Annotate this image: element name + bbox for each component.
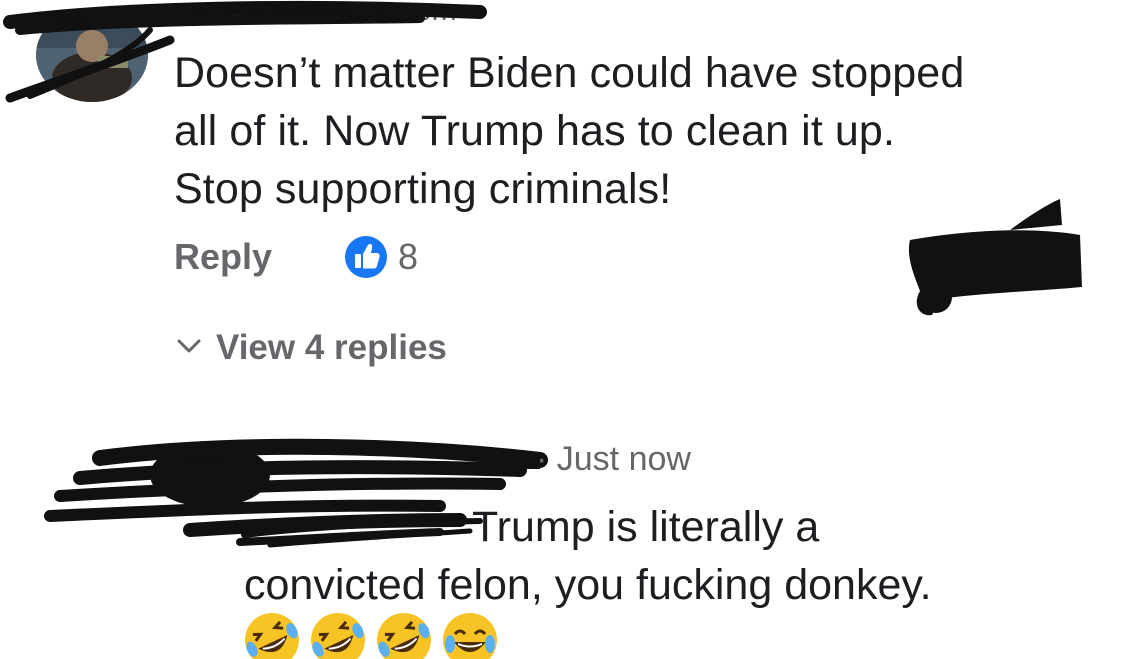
chevron-down-icon <box>176 337 202 360</box>
rolling-laughing-emoji-icon <box>245 613 299 659</box>
reply-line-1: Trump is literally a <box>244 498 1104 556</box>
rolling-laughing-emoji-icon <box>311 613 365 659</box>
view-replies-button[interactable]: View 4 replies <box>176 328 447 368</box>
commenter-avatar[interactable] <box>36 8 148 102</box>
reaction-summary[interactable]: 8 <box>344 235 418 279</box>
comment-line: Stop supporting criminals! <box>174 165 672 213</box>
avatar-photo <box>36 8 148 102</box>
rolling-laughing-emoji-icon <box>377 613 431 659</box>
reply-line-2: convicted felon, you fucking donkey. <box>244 561 932 609</box>
comment-thread: com Doesn’t matter Biden could have stop… <box>0 0 1125 659</box>
thumbs-up-icon <box>344 235 388 279</box>
reply-line-1-text: Trump is literally a <box>472 503 820 551</box>
author-name-partial: com <box>400 0 457 27</box>
reply-timestamp: · Just now <box>536 440 691 478</box>
comment-line: all of it. Now Trump has to clean it up. <box>174 107 895 155</box>
like-count: 8 <box>398 236 419 277</box>
view-replies-label: View 4 replies <box>216 328 447 367</box>
comment-line: Doesn’t matter Biden could have stopped <box>174 49 965 97</box>
comment-actions: Reply 8 <box>174 232 418 282</box>
reply-emojis <box>242 610 506 659</box>
comment-body: Doesn’t matter Biden could have stopped … <box>174 44 1104 218</box>
tears-of-joy-emoji-icon <box>443 613 497 659</box>
reply-button[interactable]: Reply <box>174 236 272 278</box>
reply-body: Trump is literally a convicted felon, yo… <box>244 498 1104 614</box>
